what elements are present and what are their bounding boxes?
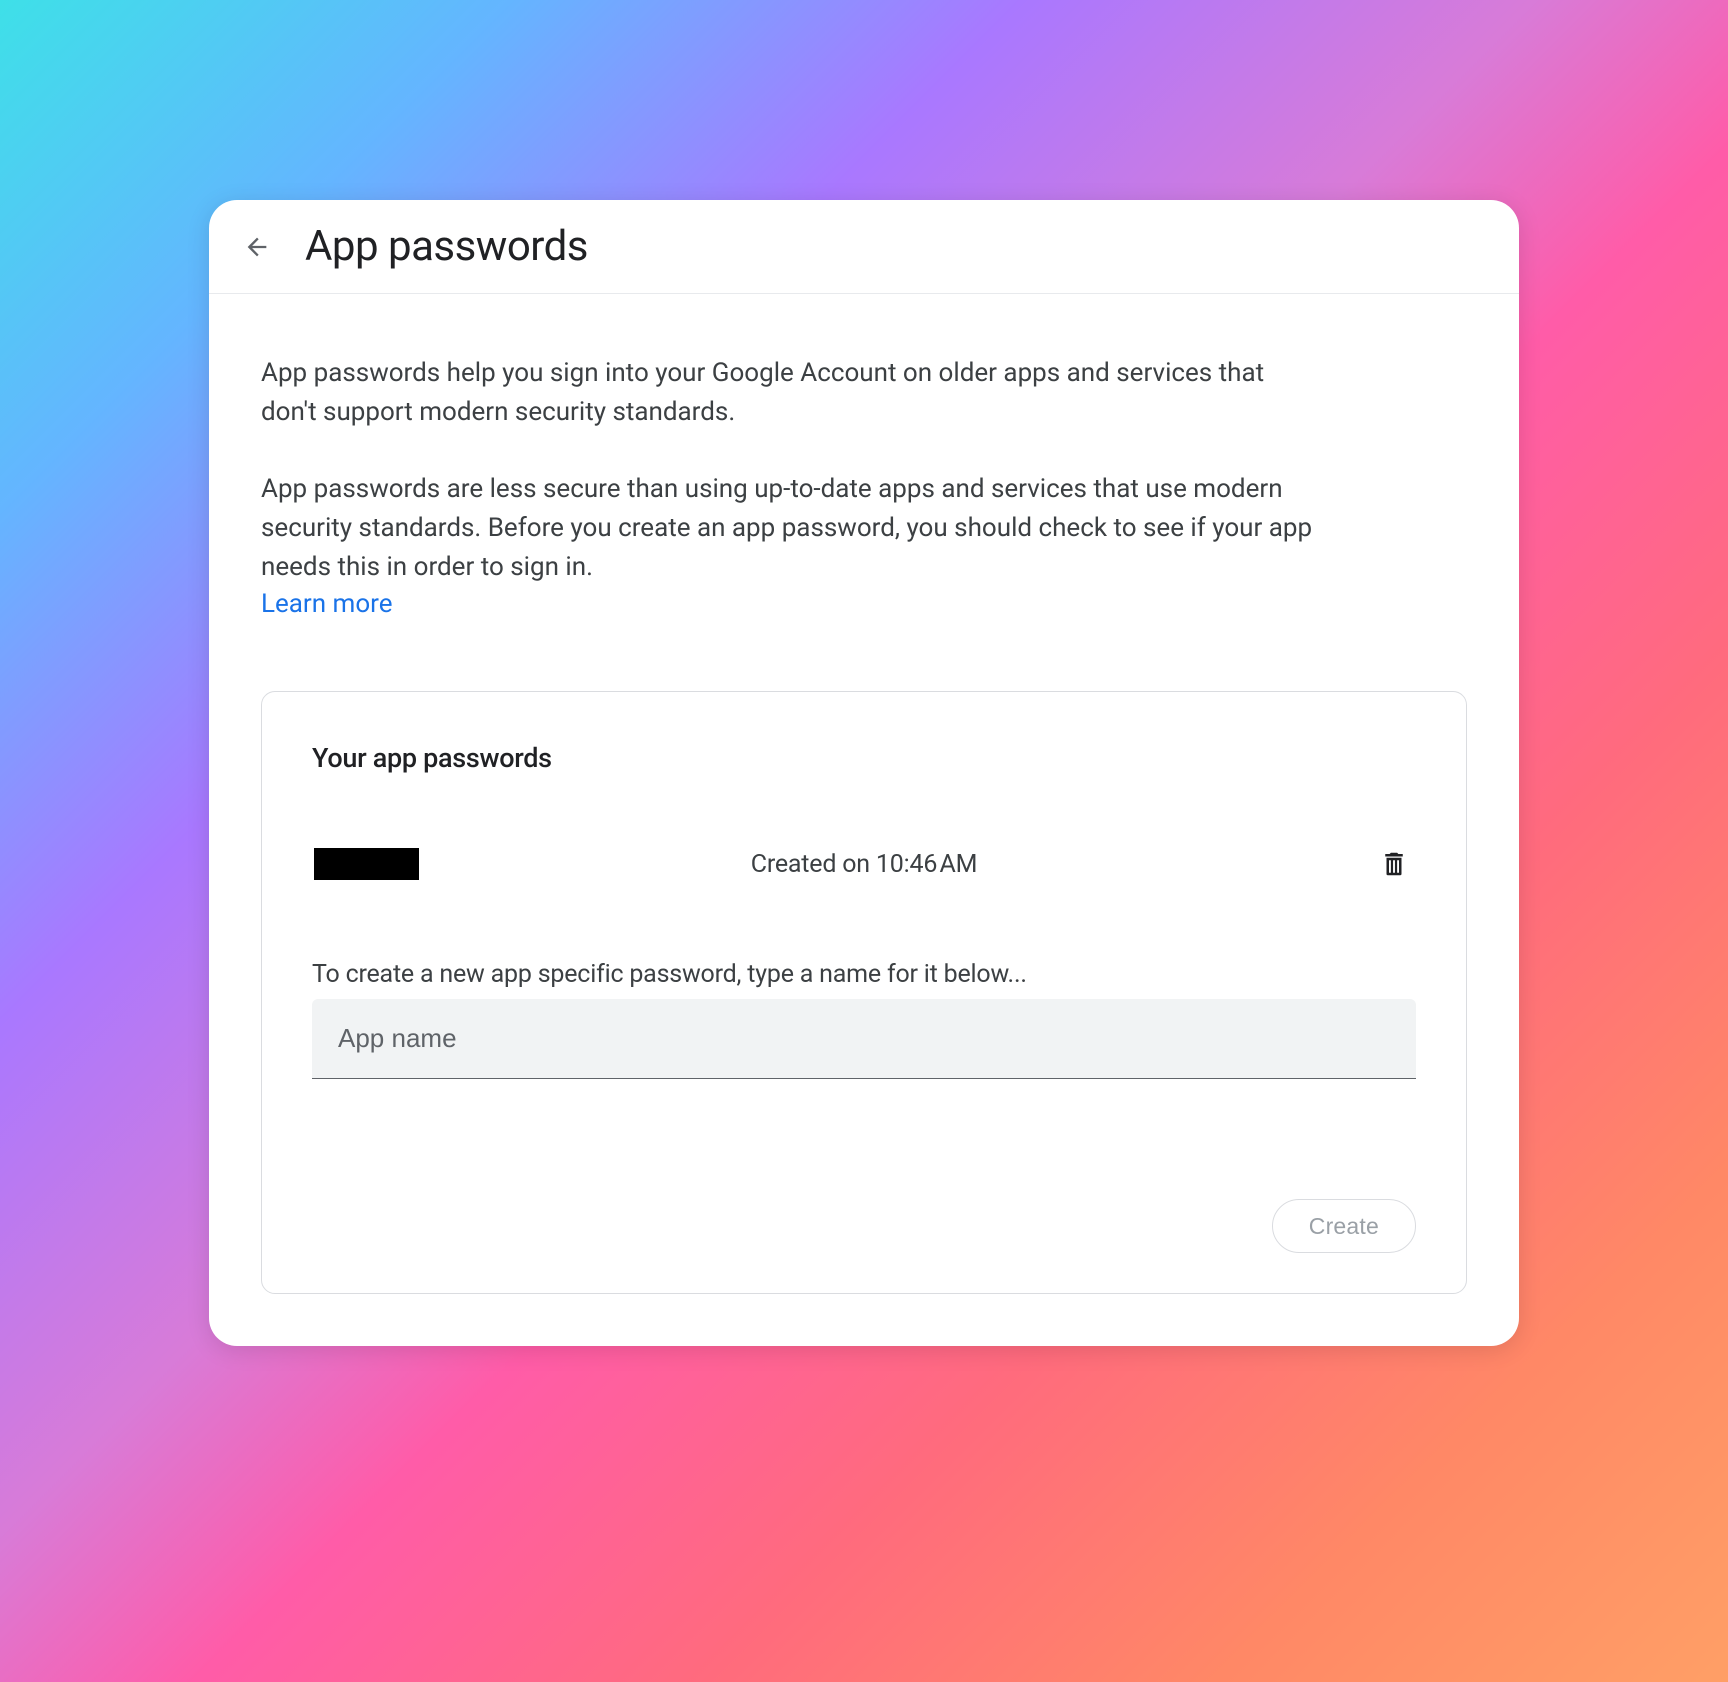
app-name-input[interactable] (312, 999, 1416, 1079)
intro-paragraph-2: App passwords are less secure than using… (261, 470, 1321, 587)
card-header: App passwords (209, 200, 1519, 294)
card-body: App passwords help you sign into your Go… (209, 294, 1519, 1346)
delete-password-button[interactable] (1374, 844, 1414, 884)
password-row: Created on 10:46 AM (312, 844, 1416, 884)
app-name-input-wrap (312, 999, 1416, 1079)
back-button[interactable] (237, 227, 277, 267)
password-row-wrap: Created on 10:46 AM (314, 844, 1414, 884)
intro-paragraph-1: App passwords help you sign into your Go… (261, 354, 1321, 432)
app-passwords-card: App passwords App passwords help you sig… (209, 200, 1519, 1346)
panel-title: Your app passwords (312, 742, 1416, 774)
panel-actions: Create (312, 1199, 1416, 1253)
trash-icon (1379, 849, 1409, 879)
app-passwords-panel: Your app passwords Created on 10:46 AM T… (261, 691, 1467, 1294)
arrow-left-icon (243, 233, 271, 261)
password-name-redacted (314, 848, 419, 880)
password-created-label: Created on 10:46 AM (751, 850, 978, 879)
create-instruction: To create a new app specific password, t… (312, 960, 1416, 989)
create-button[interactable]: Create (1272, 1199, 1416, 1253)
page-title: App passwords (305, 222, 588, 271)
learn-more-link[interactable]: Learn more (261, 589, 393, 619)
